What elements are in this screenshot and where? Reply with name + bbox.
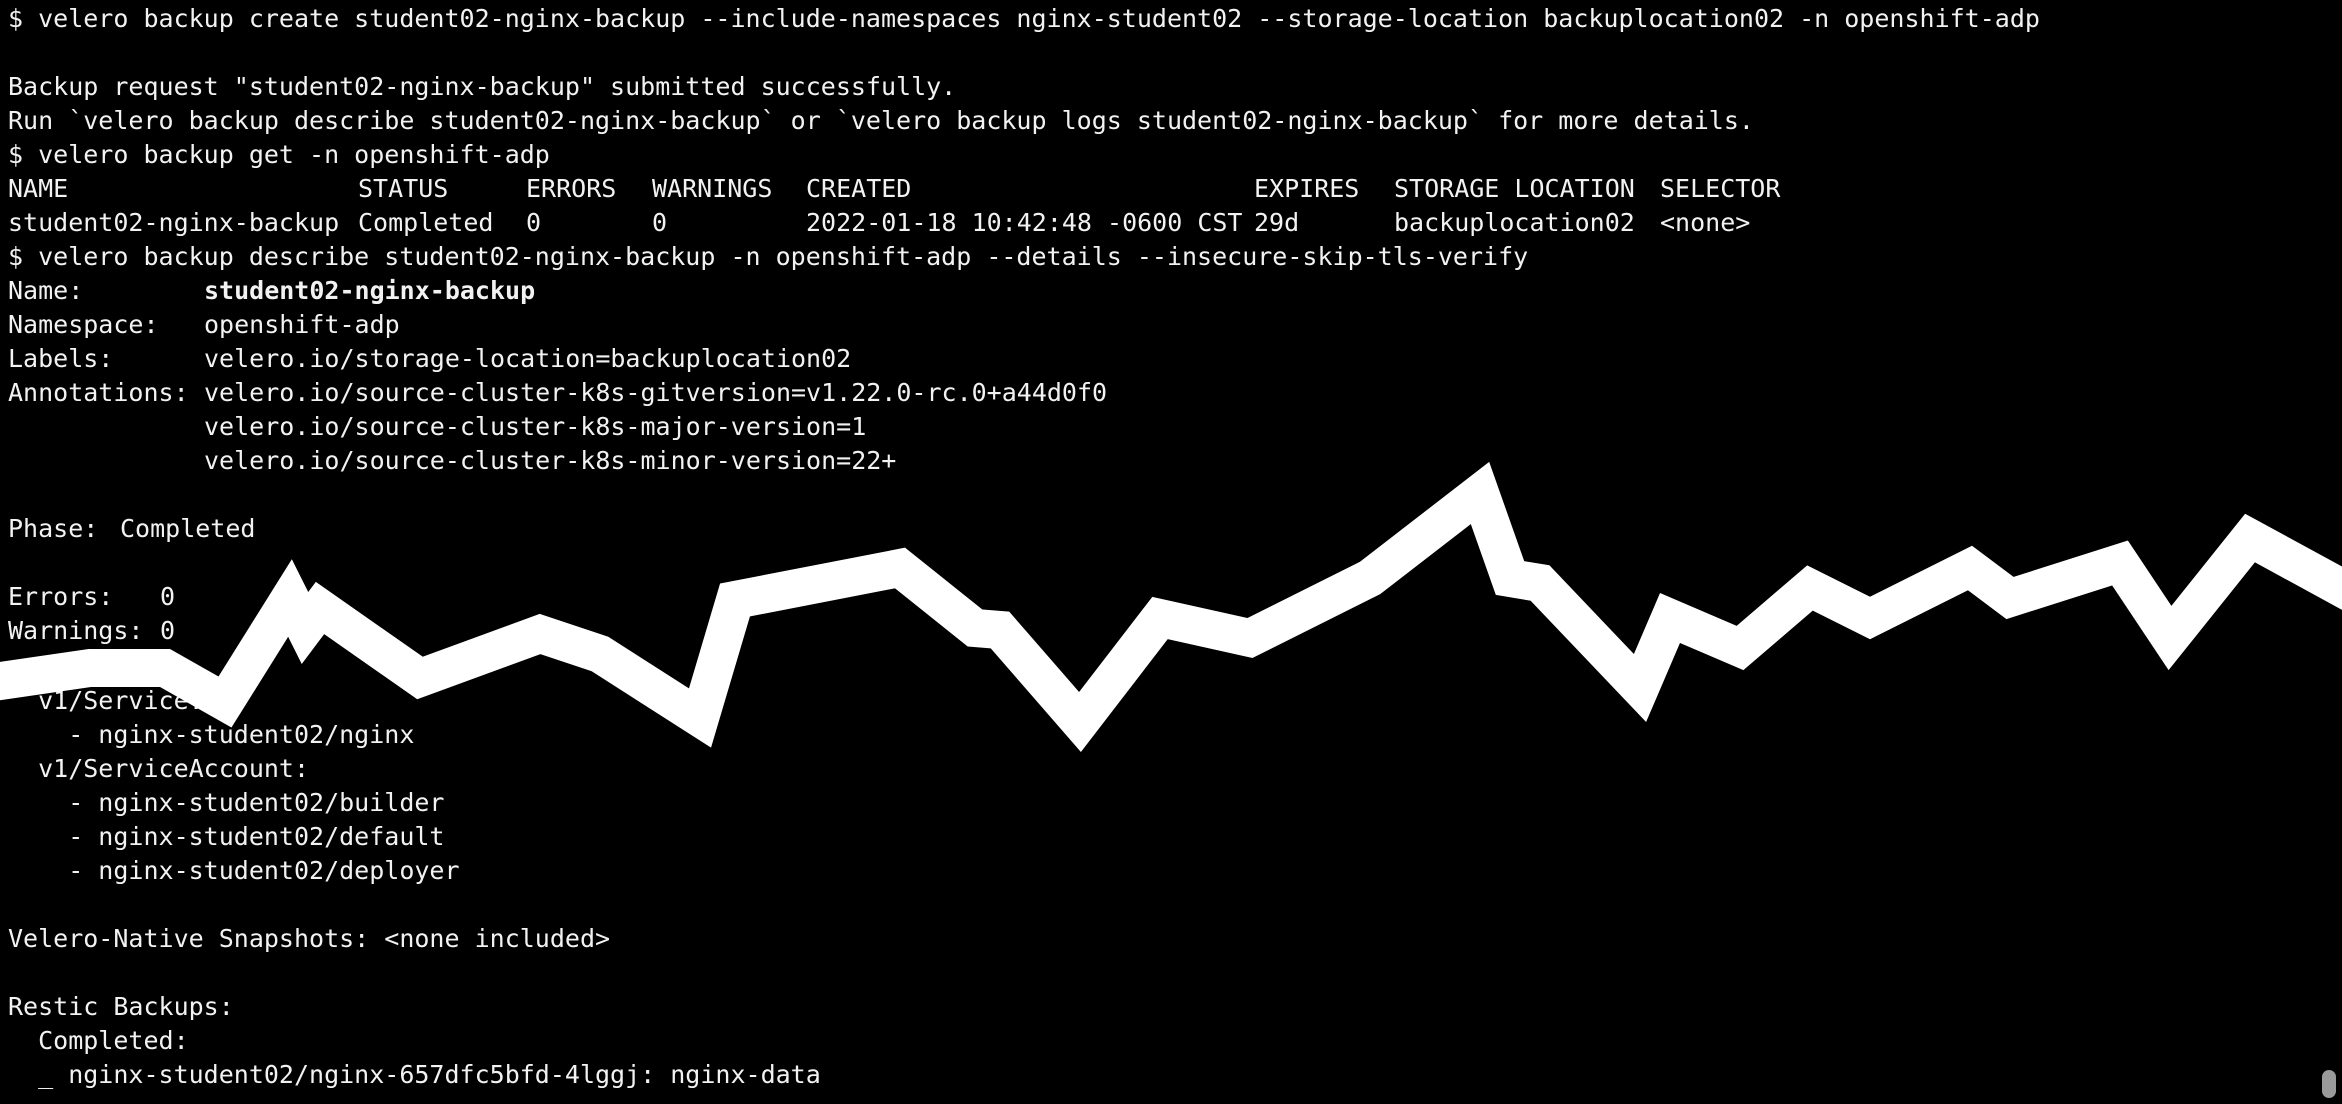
tear-line bbox=[0, 461, 2342, 752]
column-header-name: NAME bbox=[8, 174, 69, 203]
restic-backups-header: Restic Backups: bbox=[8, 992, 234, 1021]
column-header-warnings: WARNINGS bbox=[652, 174, 773, 203]
resource-serviceaccount-item: - nginx-student02/default bbox=[8, 822, 445, 851]
errors-value: 0 bbox=[160, 582, 176, 611]
scrollbar-thumb[interactable] bbox=[2322, 1070, 2336, 1098]
terminal-window[interactable]: $ velero backup create student02-nginx-b… bbox=[0, 0, 2342, 1104]
errors-label: Errors: bbox=[8, 582, 114, 611]
labels-label: Labels: bbox=[8, 344, 114, 373]
table-cell-created: 2022-01-18 10:42:48 -0600 CST bbox=[806, 208, 1243, 237]
snapshots-line: Velero-Native Snapshots: <none included> bbox=[8, 924, 611, 953]
name-label: Name: bbox=[8, 276, 84, 305]
table-cell-errors: 0 bbox=[526, 208, 542, 237]
phase-value: Completed bbox=[120, 514, 256, 543]
annotation-major-version: velero.io/source-cluster-k8s-major-versi… bbox=[204, 412, 867, 441]
annotation-gitversion: velero.io/source-cluster-k8s-gitversion=… bbox=[204, 378, 1108, 407]
annotations-label: Annotations: bbox=[8, 378, 189, 407]
output-submitted: Backup request "student02-nginx-backup" … bbox=[8, 72, 957, 101]
resource-serviceaccount-item: - nginx-student02/deployer bbox=[8, 856, 460, 885]
table-cell-name: student02-nginx-backup bbox=[8, 208, 340, 237]
column-header-expires: EXPIRES bbox=[1254, 174, 1360, 203]
annotation-minor-version: velero.io/source-cluster-k8s-minor-versi… bbox=[204, 446, 897, 475]
table-cell-selector: <none> bbox=[1660, 208, 1751, 237]
column-header-created: CREATED bbox=[806, 174, 912, 203]
column-header-storage-location: STORAGE LOCATION bbox=[1394, 174, 1635, 203]
output-run-hint: Run `velero backup describe student02-ng… bbox=[8, 106, 1754, 135]
command-line-create: $ velero backup create student02-nginx-b… bbox=[8, 4, 2040, 33]
column-header-status: STATUS bbox=[358, 174, 449, 203]
labels-value: velero.io/storage-location=backuplocatio… bbox=[204, 344, 852, 373]
table-cell-storage-location: backuplocation02 bbox=[1394, 208, 1635, 237]
command-line-describe: $ velero backup describe student02-nginx… bbox=[8, 242, 1529, 271]
warnings-value: 0 bbox=[160, 616, 176, 645]
table-cell-expires: 29d bbox=[1254, 208, 1300, 237]
name-value: student02-nginx-backup bbox=[204, 276, 536, 305]
table-cell-status: Completed bbox=[358, 208, 494, 237]
namespace-label: Namespace: bbox=[8, 310, 159, 339]
namespace-value: openshift-adp bbox=[204, 310, 400, 339]
table-cell-warnings: 0 bbox=[652, 208, 668, 237]
resource-serviceaccount-header: v1/ServiceAccount: bbox=[8, 754, 310, 783]
resource-service-item: - nginx-student02/nginx bbox=[8, 720, 415, 749]
warnings-label: Warnings: bbox=[8, 616, 144, 645]
command-line-get: $ velero backup get -n openshift-adp bbox=[8, 140, 550, 169]
column-header-errors: ERRORS bbox=[526, 174, 617, 203]
phase-label: Phase: bbox=[8, 514, 99, 543]
resource-serviceaccount-item: - nginx-student02/builder bbox=[8, 788, 445, 817]
resource-service-header: v1/Service: bbox=[8, 686, 204, 715]
column-header-selector: SELECTOR bbox=[1660, 174, 1781, 203]
restic-item: _ nginx-student02/nginx-657dfc5bfd-4lggj… bbox=[8, 1060, 821, 1089]
restic-completed-label: Completed: bbox=[8, 1026, 189, 1055]
